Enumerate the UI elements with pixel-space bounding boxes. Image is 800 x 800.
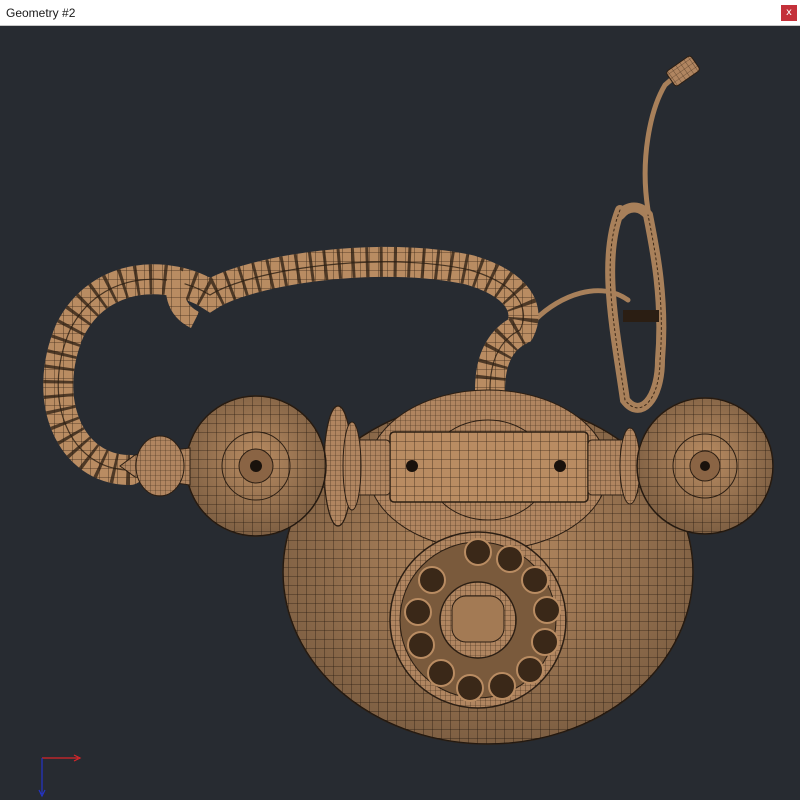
geometry-window: Geometry #2 x bbox=[0, 0, 800, 800]
rotary-dial bbox=[389, 531, 567, 709]
close-button[interactable]: x bbox=[781, 5, 797, 21]
line-cord bbox=[532, 69, 683, 413]
axis-gizmo bbox=[38, 754, 82, 798]
window-title: Geometry #2 bbox=[6, 6, 76, 20]
3d-viewport[interactable] bbox=[0, 27, 800, 800]
title-bar: Geometry #2 x bbox=[0, 0, 800, 26]
